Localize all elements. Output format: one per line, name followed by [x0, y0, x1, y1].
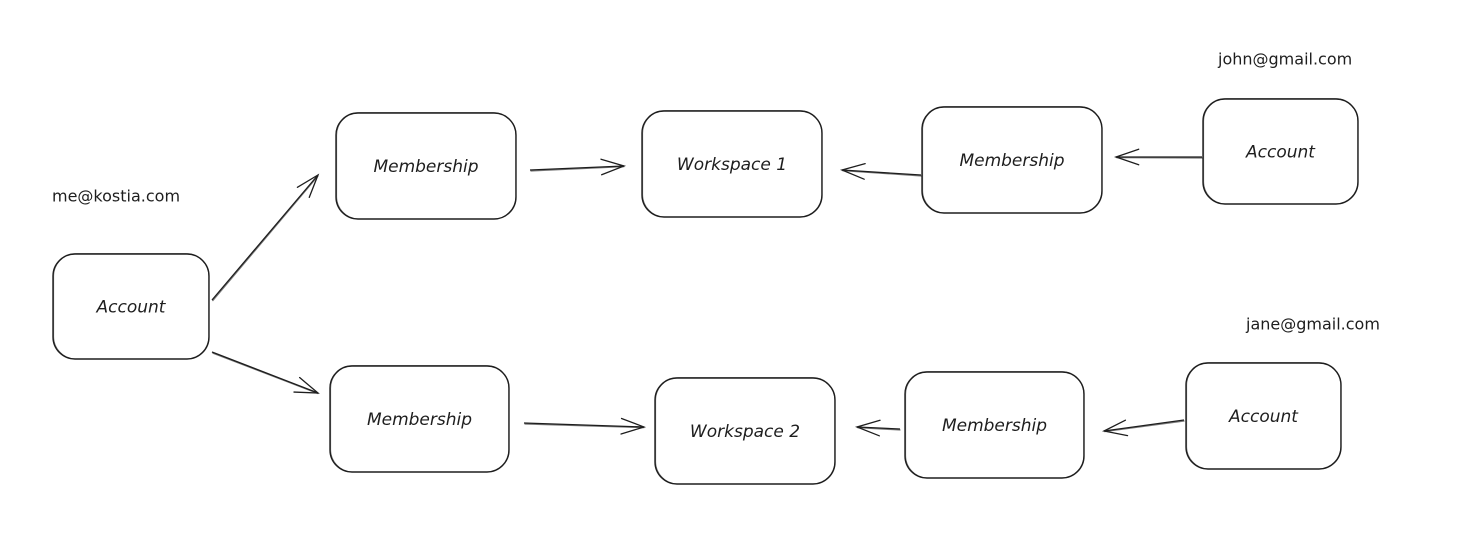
account-label: Account	[1245, 143, 1316, 163]
membership-label: Membership	[959, 151, 1064, 171]
edge-line-sketch	[212, 352, 319, 395]
edge-line-sketch	[1104, 420, 1185, 433]
email-me-label: me@kostia.com	[52, 187, 180, 206]
edge-membership-jane-ws2-to-workspace-2[interactable]	[854, 419, 901, 437]
account-label: Account	[1228, 407, 1299, 427]
edge-account-me-to-membership-me-ws1[interactable]	[211, 173, 320, 302]
edge-membership-me-ws1-to-workspace-1[interactable]	[529, 158, 627, 176]
node-membership-john-ws1[interactable]: Membership	[921, 106, 1103, 214]
node-account-john[interactable]: Account	[1202, 98, 1359, 205]
workspace-label: Workspace 1	[677, 155, 787, 175]
membership-label: Membership	[942, 416, 1047, 436]
edge-account-john-to-membership-john-ws1[interactable]	[1113, 148, 1203, 166]
nodes-layer: Account Membership Workspace 1 Membership Ac…	[52, 98, 1359, 485]
diagram-canvas: Account Membership Workspace 1 Membership Ac…	[52, 50, 1380, 485]
node-workspace-2[interactable]: Workspace 2	[654, 377, 836, 485]
edge-account-me-to-membership-me-ws2[interactable]	[211, 351, 320, 395]
email-john-label: john@gmail.com	[1217, 50, 1352, 69]
membership-label: Membership	[367, 410, 472, 430]
node-membership-me-ws1[interactable]: Membership	[335, 112, 517, 220]
edge-line[interactable]	[211, 174, 319, 301]
node-account-jane[interactable]: Account	[1185, 362, 1342, 470]
account-label: Account	[96, 298, 167, 318]
edge-membership-me-ws2-to-workspace-2[interactable]	[523, 417, 647, 435]
workspace-label: Workspace 2	[690, 422, 800, 442]
node-membership-jane-ws2[interactable]: Membership	[904, 371, 1085, 479]
node-membership-me-ws2[interactable]: Membership	[329, 365, 510, 473]
node-account-me[interactable]: Account	[52, 253, 210, 360]
membership-label: Membership	[373, 157, 478, 177]
node-workspace-1[interactable]: Workspace 1	[641, 110, 823, 218]
edge-line-sketch	[212, 175, 319, 302]
edge-account-jane-to-membership-jane-ws2[interactable]	[1102, 419, 1185, 437]
email-jane-label: jane@gmail.com	[1245, 315, 1380, 334]
edge-membership-john-ws1-to-workspace-1[interactable]	[839, 163, 922, 180]
